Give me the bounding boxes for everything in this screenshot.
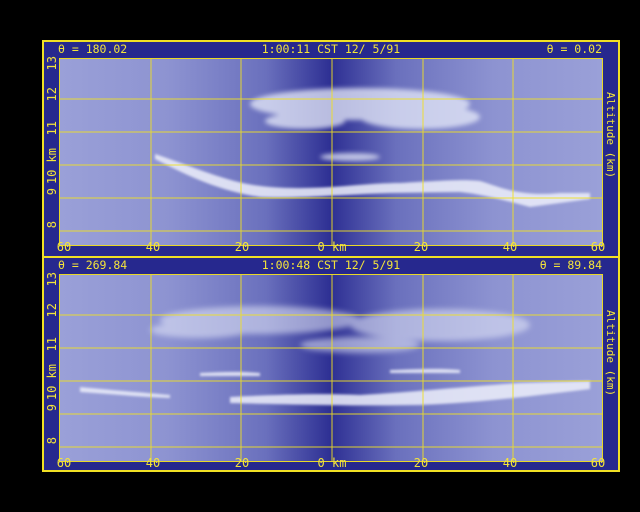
bottom-cloud-plot	[60, 275, 602, 461]
y-tick-label: 9	[45, 404, 59, 412]
x-tick-label: 20	[413, 456, 429, 470]
bottom-y-axis-labels: 13 12 11 10 km 9 8	[44, 272, 59, 462]
y-tick-label: 12	[45, 87, 59, 102]
y-tick-label: 8	[45, 437, 59, 445]
bottom-x-axis-labels: 60 40 20 0 km 20 40 60	[44, 456, 618, 470]
x-tick-label: 60	[56, 456, 72, 470]
y-tick-label: 11	[45, 121, 59, 136]
top-altitude-label: Altitude (km)	[604, 92, 617, 179]
x-tick-label: 40	[502, 240, 518, 254]
top-x-axis-labels: 60 40 20 0 km 20 40 60	[44, 240, 618, 254]
bottom-theta-right: θ = 89.84	[539, 258, 602, 272]
top-y-axis-labels: 13 12 11 10 km 9 8	[44, 56, 59, 246]
x-tick-label: 40	[145, 456, 161, 470]
x-tick-label: 40	[502, 456, 518, 470]
top-cloud-panel	[59, 58, 603, 246]
x-tick-label: 20	[234, 456, 250, 470]
top-cloud-plot	[60, 59, 602, 245]
x-tick-label: 40	[145, 240, 161, 254]
top-panel-header: θ = 180.02 1:00:11 CST 12/ 5/91 θ = 0.02	[44, 42, 618, 56]
lidar-display-frame: θ = 180.02 1:00:11 CST 12/ 5/91 θ = 0.02…	[42, 40, 620, 472]
y-tick-label: 10 km	[45, 148, 59, 185]
x-tick-label: 60	[590, 240, 606, 254]
y-tick-label: 11	[45, 337, 59, 352]
x-tick-label: 20	[234, 240, 250, 254]
top-theta-right: θ = 0.02	[546, 42, 602, 56]
bottom-panel-header: θ = 269.84 1:00:48 CST 12/ 5/91 θ = 89.8…	[44, 258, 618, 272]
x-tick-label: 0 km	[317, 456, 347, 470]
x-tick-label: 0 km	[317, 240, 347, 254]
y-tick-label: 8	[45, 221, 59, 229]
x-tick-label: 60	[56, 240, 72, 254]
y-tick-label: 13	[45, 56, 59, 71]
y-tick-label: 12	[45, 303, 59, 318]
y-tick-label: 13	[45, 272, 59, 287]
bottom-altitude-label: Altitude (km)	[604, 310, 617, 397]
bottom-cloud-panel	[59, 274, 603, 462]
x-tick-label: 20	[413, 240, 429, 254]
y-tick-label: 10 km	[45, 364, 59, 401]
top-timestamp: 1:00:11 CST 12/ 5/91	[261, 42, 401, 56]
y-tick-label: 9	[45, 188, 59, 196]
x-tick-label: 60	[590, 456, 606, 470]
bottom-timestamp: 1:00:48 CST 12/ 5/91	[261, 258, 401, 272]
